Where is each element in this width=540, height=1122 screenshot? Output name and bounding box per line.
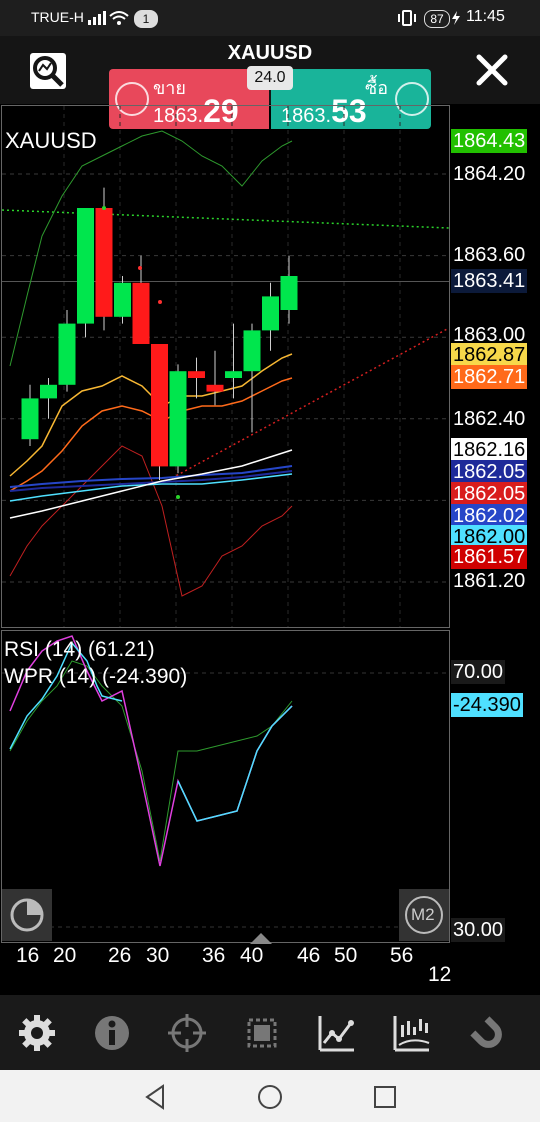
system-nav-bar [0,1070,540,1122]
price-axis-label: 1862.16 [451,438,528,462]
candle-body [40,384,57,399]
indicator-panel[interactable]: RSI (14) (61.21) WPR (14) (-24.390) M2 [1,630,450,943]
info-icon[interactable] [92,1013,132,1053]
candle-body [114,282,131,317]
signal-icon [88,11,106,25]
rsi-label: RSI (14) (61.21) [4,638,155,661]
clock: 11:45 [466,8,505,25]
line-chart-icon[interactable] [317,1013,357,1053]
moving-average-line [9,445,293,597]
chart-toolbar [0,995,540,1070]
symbol-title: XAUUSD [227,42,313,64]
recents-icon[interactable] [373,1085,397,1109]
chart-symbol-label: XAUUSD [5,128,97,153]
time-axis-label: 16 [16,944,40,967]
indicator-icon[interactable] [392,1013,432,1053]
objects-icon[interactable] [242,1013,282,1053]
wifi-icon [109,11,129,25]
pattern-marker [176,495,180,499]
candlestick-plot[interactable] [2,106,449,627]
hour-label: 12 [428,963,452,986]
close-icon[interactable] [476,54,508,86]
pattern-marker [158,300,162,304]
price-axis-label: 1862.40 [453,408,526,430]
price-axis-label: 1862.05 [451,460,528,484]
status-bar: TRUE-H 1 87 11:45 [0,0,540,36]
time-axis-label: 36 [202,944,226,967]
pie-chart-icon [10,898,44,932]
timeframe-label: M2 [411,905,435,924]
candle-body [95,208,113,317]
candle-body [280,276,298,310]
candle-body [21,398,39,440]
trade-header: XAUUSD ขาย 1863.29 24.0 ซื้อ 1863.53 [0,36,540,129]
moving-average-line [9,470,293,492]
candle-body [151,344,168,467]
time-axis-label: 30 [146,944,170,967]
wpr-label: WPR (14) (-24.390) [4,665,188,688]
price-axis-label: 1862.71 [451,365,528,389]
price-chart[interactable]: XAUUSD [1,105,450,628]
price-axis-label: 1862.87 [451,343,528,367]
candle-body [243,330,261,372]
timeframe-button[interactable]: M2 [399,889,449,941]
pattern-marker [102,206,106,210]
indicator-axis-label: -24.390 [451,693,523,717]
price-axis-label: 1863.60 [453,244,526,266]
time-axis-label: 20 [53,944,77,967]
candle-body [206,384,224,392]
wpr-line-cyan [177,705,293,822]
charging-icon [452,11,460,25]
carrier-label: TRUE-H [31,9,84,25]
trend-line-red [171,327,449,479]
price-axis-label: 1861.57 [451,545,528,569]
home-icon[interactable] [257,1084,283,1110]
gear-icon[interactable] [17,1013,57,1053]
candle-body [132,282,150,344]
time-axis-label: 50 [334,944,358,967]
price-axis-label: 1861.20 [453,570,526,592]
rsi-line [9,660,293,862]
crosshair-icon[interactable] [167,1013,207,1053]
candle-body [169,371,187,467]
notification-badge: 1 [134,10,158,28]
trend-line-green [2,209,449,229]
buy-label: ซื้อ [365,78,389,98]
time-axis-label: 40 [240,944,264,967]
pattern-marker [138,266,142,270]
indicator-axis-label: 70.00 [451,660,506,684]
price-axis-label: 1863.41 [451,269,528,293]
back-icon[interactable] [143,1084,167,1110]
time-axis-label: 26 [108,944,132,967]
candle-body [58,323,76,385]
price-axis-label: 1862.05 [451,482,528,506]
candle-body [225,371,242,378]
time-axis-label: 56 [390,944,414,967]
chart-mode-button[interactable] [2,889,52,941]
candle-body [77,208,94,324]
time-axis-label: 46 [297,944,321,967]
candle-body [262,296,279,331]
magnet-icon[interactable] [467,1013,507,1053]
price-axis-label: 1864.43 [451,129,528,153]
indicator-axis-label: 30.00 [451,918,506,942]
vibrate-icon [398,10,416,26]
price-axis-label: 1864.20 [453,163,526,185]
candle-body [188,371,205,378]
battery-level: 87 [424,10,450,28]
spread-badge: 24.0 [247,66,293,90]
